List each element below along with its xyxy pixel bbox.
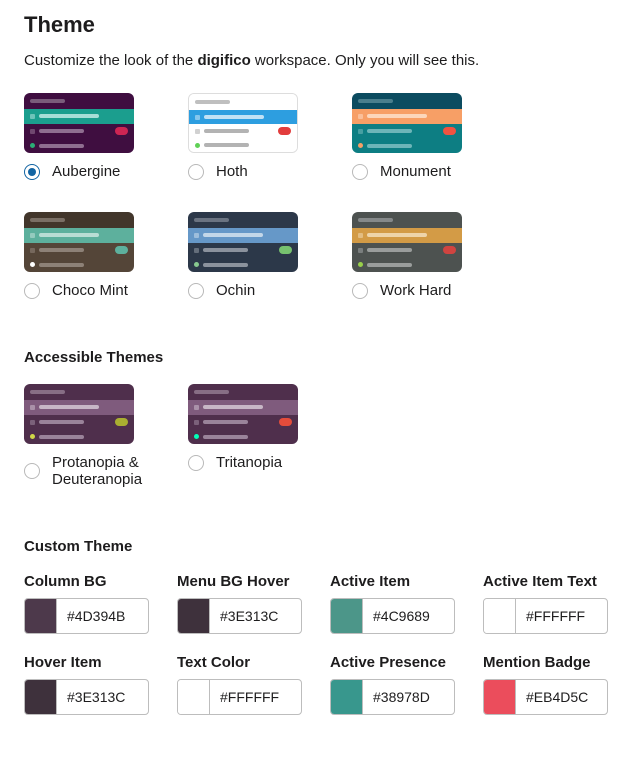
theme-grid: Aubergine Hoth Monument Choco Mint Ochin Work… (24, 93, 608, 299)
color-swatch-menu_bg_hover[interactable] (178, 599, 210, 633)
theme-radio-tritanopia[interactable] (188, 455, 204, 471)
color-input-menu_bg_hover[interactable]: #3E313C (177, 598, 302, 634)
color-field-hover_item: Hover Item #3E313C (24, 654, 149, 715)
theme-option-ochin[interactable]: Ochin (188, 212, 298, 299)
color-label-hover_item: Hover Item (24, 654, 149, 671)
theme-preview-monument[interactable] (352, 93, 462, 153)
color-swatch-text_color[interactable] (178, 680, 210, 714)
color-field-mention_badge: Mention Badge #EB4D5C (483, 654, 608, 715)
theme-option-hoth[interactable]: Hoth (188, 93, 298, 180)
theme-label-tritanopia: Tritanopia (216, 454, 282, 471)
theme-preview-hoth[interactable] (188, 93, 298, 153)
theme-preview-ochin[interactable] (188, 212, 298, 272)
theme-label-hoth: Hoth (216, 163, 248, 180)
color-swatch-active_item[interactable] (331, 599, 363, 633)
theme-radio-protanopia[interactable] (24, 463, 40, 479)
color-swatch-active_presence[interactable] (331, 680, 363, 714)
color-label-mention_badge: Mention Badge (483, 654, 608, 671)
color-input-hover_item[interactable]: #3E313C (24, 679, 149, 715)
color-label-active_presence: Active Presence (330, 654, 455, 671)
color-input-active_presence[interactable]: #38978D (330, 679, 455, 715)
color-label-text_color: Text Color (177, 654, 302, 671)
theme-preview-tritanopia[interactable] (188, 384, 298, 444)
color-label-active_item_text: Active Item Text (483, 573, 608, 590)
color-hex-mention_badge: #EB4D5C (516, 689, 588, 705)
theme-option-aubergine[interactable]: Aubergine (24, 93, 134, 180)
color-field-active_item_text: Active Item Text #FFFFFF (483, 573, 608, 634)
color-hex-active_presence: #38978D (363, 689, 430, 705)
color-hex-hover_item: #3E313C (57, 689, 125, 705)
page-subtitle: Customize the look of the digifico works… (24, 52, 608, 69)
accessible-themes-title: Accessible Themes (24, 349, 608, 366)
theme-option-protanopia[interactable]: Protanopia & Deuteranopia (24, 384, 134, 488)
theme-option-chocomint[interactable]: Choco Mint (24, 212, 134, 299)
color-hex-text_color: #FFFFFF (210, 689, 279, 705)
custom-theme-title: Custom Theme (24, 538, 608, 555)
color-grid: Column BG #4D394B Menu BG Hover #3E313C Acti… (24, 573, 608, 715)
color-swatch-hover_item[interactable] (25, 680, 57, 714)
theme-label-protanopia: Protanopia & Deuteranopia (52, 454, 142, 488)
color-input-active_item_text[interactable]: #FFFFFF (483, 598, 608, 634)
color-field-active_presence: Active Presence #38978D (330, 654, 455, 715)
color-field-column_bg: Column BG #4D394B (24, 573, 149, 634)
color-swatch-mention_badge[interactable] (484, 680, 516, 714)
theme-radio-workhard[interactable] (352, 283, 368, 299)
color-hex-active_item_text: #FFFFFF (516, 608, 585, 624)
theme-label-aubergine: Aubergine (52, 163, 120, 180)
theme-radio-monument[interactable] (352, 164, 368, 180)
theme-label-workhard: Work Hard (380, 282, 451, 299)
color-hex-column_bg: #4D394B (57, 608, 125, 624)
page-title: Theme (24, 12, 608, 38)
theme-radio-hoth[interactable] (188, 164, 204, 180)
color-input-active_item[interactable]: #4C9689 (330, 598, 455, 634)
color-label-menu_bg_hover: Menu BG Hover (177, 573, 302, 590)
theme-preview-aubergine[interactable] (24, 93, 134, 153)
color-label-active_item: Active Item (330, 573, 455, 590)
color-label-column_bg: Column BG (24, 573, 149, 590)
theme-radio-chocomint[interactable] (24, 283, 40, 299)
color-field-active_item: Active Item #4C9689 (330, 573, 455, 634)
color-field-menu_bg_hover: Menu BG Hover #3E313C (177, 573, 302, 634)
theme-radio-ochin[interactable] (188, 283, 204, 299)
theme-label-ochin: Ochin (216, 282, 255, 299)
theme-preview-chocomint[interactable] (24, 212, 134, 272)
color-swatch-active_item_text[interactable] (484, 599, 516, 633)
color-field-text_color: Text Color #FFFFFF (177, 654, 302, 715)
color-input-text_color[interactable]: #FFFFFF (177, 679, 302, 715)
theme-option-tritanopia[interactable]: Tritanopia (188, 384, 298, 488)
theme-label-chocomint: Choco Mint (52, 282, 128, 299)
color-hex-active_item: #4C9689 (363, 608, 430, 624)
accessible-theme-grid: Protanopia & Deuteranopia Tritanopia (24, 384, 608, 488)
color-input-column_bg[interactable]: #4D394B (24, 598, 149, 634)
color-input-mention_badge[interactable]: #EB4D5C (483, 679, 608, 715)
theme-radio-aubergine[interactable] (24, 164, 40, 180)
theme-option-workhard[interactable]: Work Hard (352, 212, 462, 299)
color-hex-menu_bg_hover: #3E313C (210, 608, 278, 624)
color-swatch-column_bg[interactable] (25, 599, 57, 633)
theme-preview-workhard[interactable] (352, 212, 462, 272)
theme-option-monument[interactable]: Monument (352, 93, 462, 180)
theme-label-monument: Monument (380, 163, 451, 180)
theme-preview-protanopia[interactable] (24, 384, 134, 444)
